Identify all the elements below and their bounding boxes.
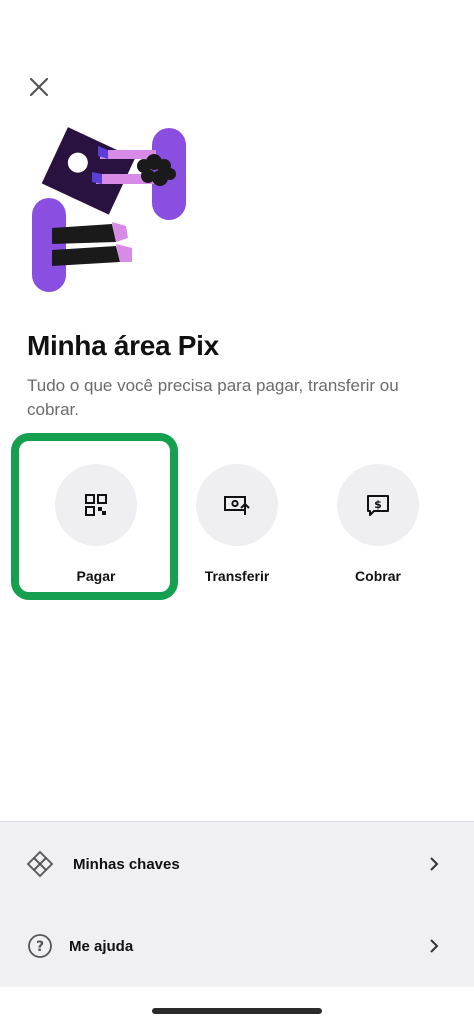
page-subtitle: Tudo o que você precisa para pagar, tran… [27, 376, 399, 419]
transfer-label: Transferir [204, 568, 270, 584]
close-icon [29, 77, 49, 97]
qr-code-icon [85, 494, 107, 516]
help-icon: ? [26, 932, 54, 960]
transfer-button[interactable]: Transferir [177, 464, 297, 584]
home-indicator[interactable] [152, 1008, 322, 1014]
hero-illustration [28, 126, 198, 296]
transfer-circle [196, 464, 278, 546]
transfer-icon [224, 496, 250, 515]
list-item-pix-keys[interactable]: Minhas chaves [0, 834, 474, 894]
charge-icon: $ [367, 495, 389, 516]
charge-button[interactable]: $ Cobrar [318, 464, 438, 584]
help-label: Me ajuda [69, 937, 134, 955]
chevron-right-icon [430, 857, 439, 871]
pix-keys-label: Minhas chaves [73, 855, 180, 873]
pix-keys-icon [26, 850, 54, 878]
pay-button[interactable]: Pagar [36, 464, 156, 584]
charge-label: Cobrar [355, 568, 401, 584]
page-title: Minha área Pix [27, 330, 219, 361]
pay-label: Pagar [76, 568, 116, 584]
svg-text:$: $ [374, 498, 382, 511]
bottom-panel: Minhas chaves ? Me ajuda [0, 821, 474, 987]
svg-text:?: ? [36, 939, 44, 955]
charge-circle: $ [337, 464, 419, 546]
chevron-right-icon [430, 939, 439, 953]
close-button[interactable] [24, 72, 54, 102]
pay-circle [55, 464, 137, 546]
list-item-help[interactable]: ? Me ajuda [0, 916, 474, 976]
